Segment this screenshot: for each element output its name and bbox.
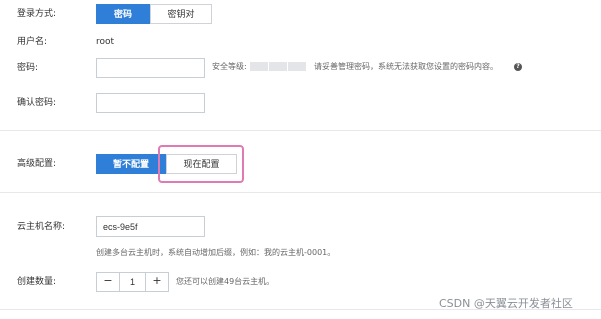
instance-name-hint: 创建多台云主机时，系统自动增加后缀，例如：我的云主机-0001。 xyxy=(96,248,336,257)
login-method-label: 登录方式: xyxy=(17,9,57,19)
section-divider xyxy=(0,192,601,193)
confirm-password-label: 确认密码: xyxy=(17,98,57,108)
username-label: 用户名: xyxy=(17,37,48,47)
quantity-input[interactable] xyxy=(119,272,146,292)
strength-bar-medium xyxy=(269,62,287,71)
login-password-option[interactable]: 密码 xyxy=(96,4,150,24)
help-icon[interactable]: ? xyxy=(514,63,522,71)
instance-name-input[interactable] xyxy=(96,216,205,237)
remaining-quota-text: 您还可以创建49台云主机。 xyxy=(176,277,275,286)
password-hint: 请妥善管理密码，系统无法获取您设置的密码内容。 xyxy=(314,62,498,71)
instance-name-label: 云主机名称: xyxy=(17,222,66,232)
strength-bar-strong xyxy=(288,62,306,71)
password-input[interactable] xyxy=(96,58,205,78)
highlight-frame xyxy=(158,145,244,183)
password-label: 密码: xyxy=(17,63,39,73)
strength-bar-weak xyxy=(250,62,268,71)
username-value: root xyxy=(96,37,115,47)
login-keypair-option[interactable]: 密钥对 xyxy=(150,4,212,24)
confirm-password-input[interactable] xyxy=(96,93,205,113)
quantity-label: 创建数量: xyxy=(17,277,57,287)
security-level-label: 安全等级: xyxy=(212,62,247,71)
ecs-config-form: 登录方式: 密码 密钥对 用户名: root 密码: 安全等级: 请妥善管理密码… xyxy=(0,0,601,319)
advanced-config-label: 高级配置: xyxy=(17,159,57,169)
advanced-skip-option[interactable]: 暂不配置 xyxy=(96,154,166,174)
watermark-text: CSDN @天翼云开发者社区 xyxy=(439,297,573,310)
quantity-decrease-button[interactable]: − xyxy=(96,272,120,292)
section-divider xyxy=(0,130,601,131)
quantity-increase-button[interactable]: + xyxy=(145,272,169,292)
